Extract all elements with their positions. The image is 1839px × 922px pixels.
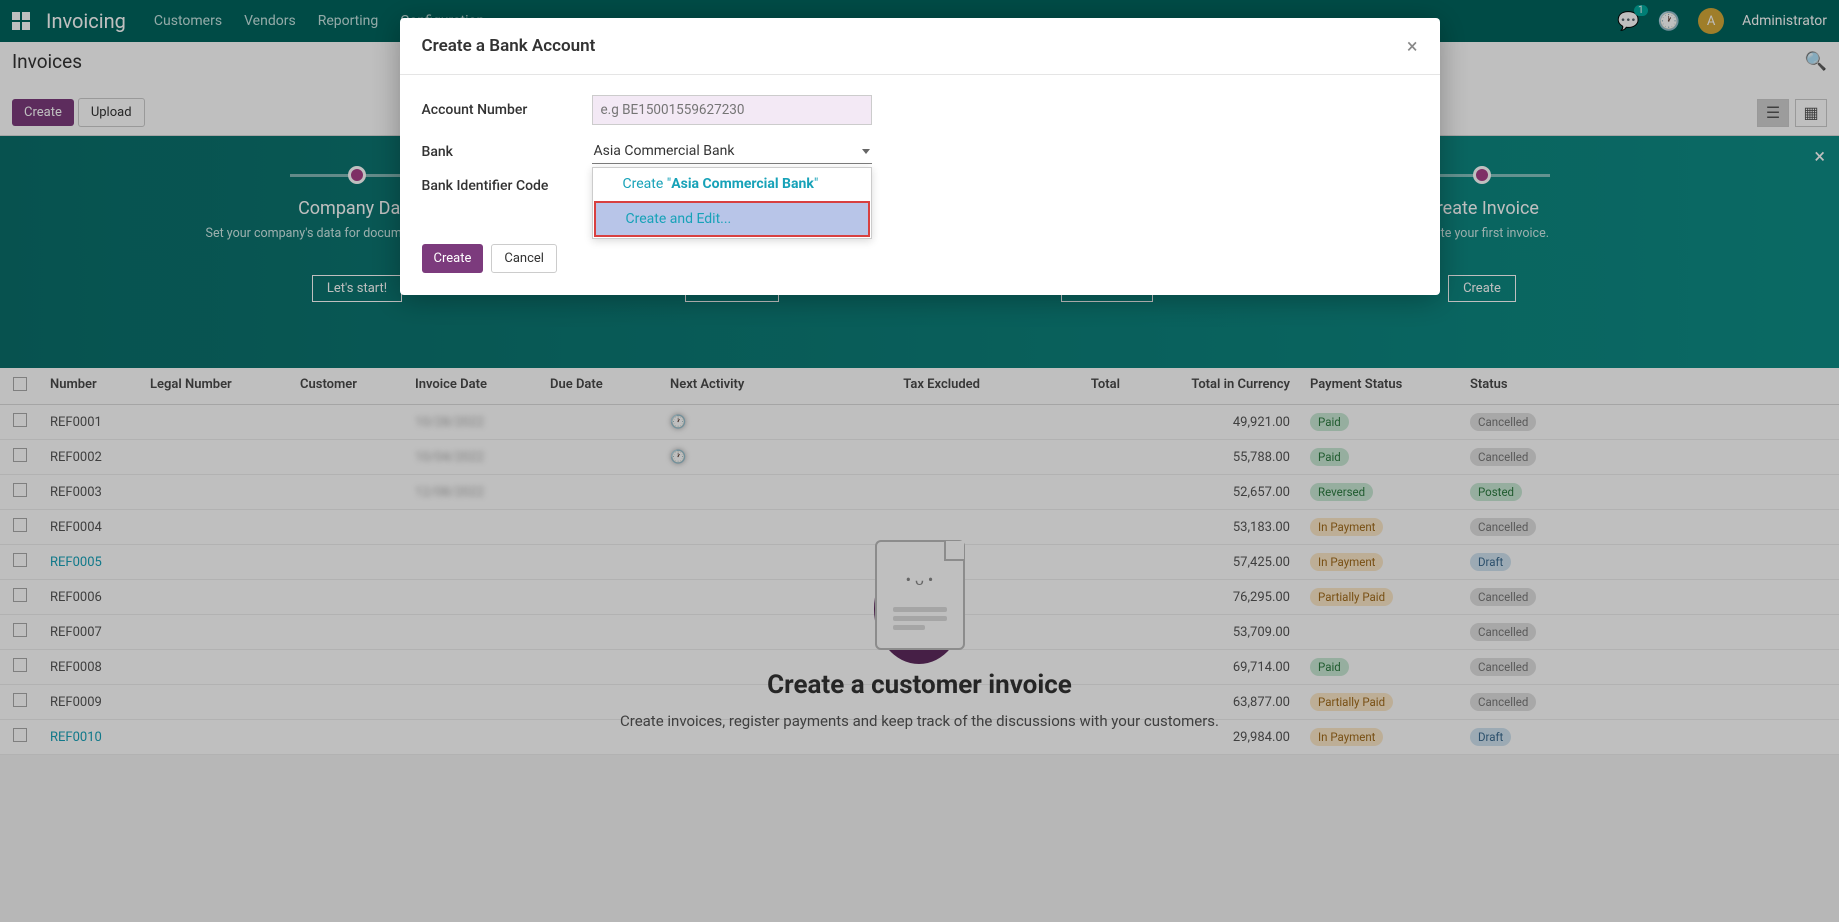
modal-create-button[interactable]: Create	[422, 244, 484, 273]
dropdown-create-edit[interactable]: Create and Edit...	[594, 201, 870, 237]
bank-select[interactable]: Asia Commercial Bank	[592, 139, 872, 164]
modal-create-bank: Create a Bank Account × Account Number B…	[400, 18, 1440, 295]
label-bank: Bank	[422, 144, 592, 160]
modal-title: Create a Bank Account	[422, 36, 596, 56]
modal-close-icon[interactable]: ×	[1407, 34, 1418, 58]
label-account-number: Account Number	[422, 102, 592, 118]
bank-dropdown: Create "Asia Commercial Bank" Create and…	[592, 167, 872, 239]
dropdown-create[interactable]: Create "Asia Commercial Bank"	[593, 168, 871, 200]
bank-select-value: Asia Commercial Bank	[594, 143, 735, 159]
account-number-input[interactable]	[592, 95, 872, 125]
chevron-down-icon	[862, 149, 870, 154]
modal-cancel-button[interactable]: Cancel	[491, 244, 557, 273]
label-bic: Bank Identifier Code	[422, 178, 592, 194]
